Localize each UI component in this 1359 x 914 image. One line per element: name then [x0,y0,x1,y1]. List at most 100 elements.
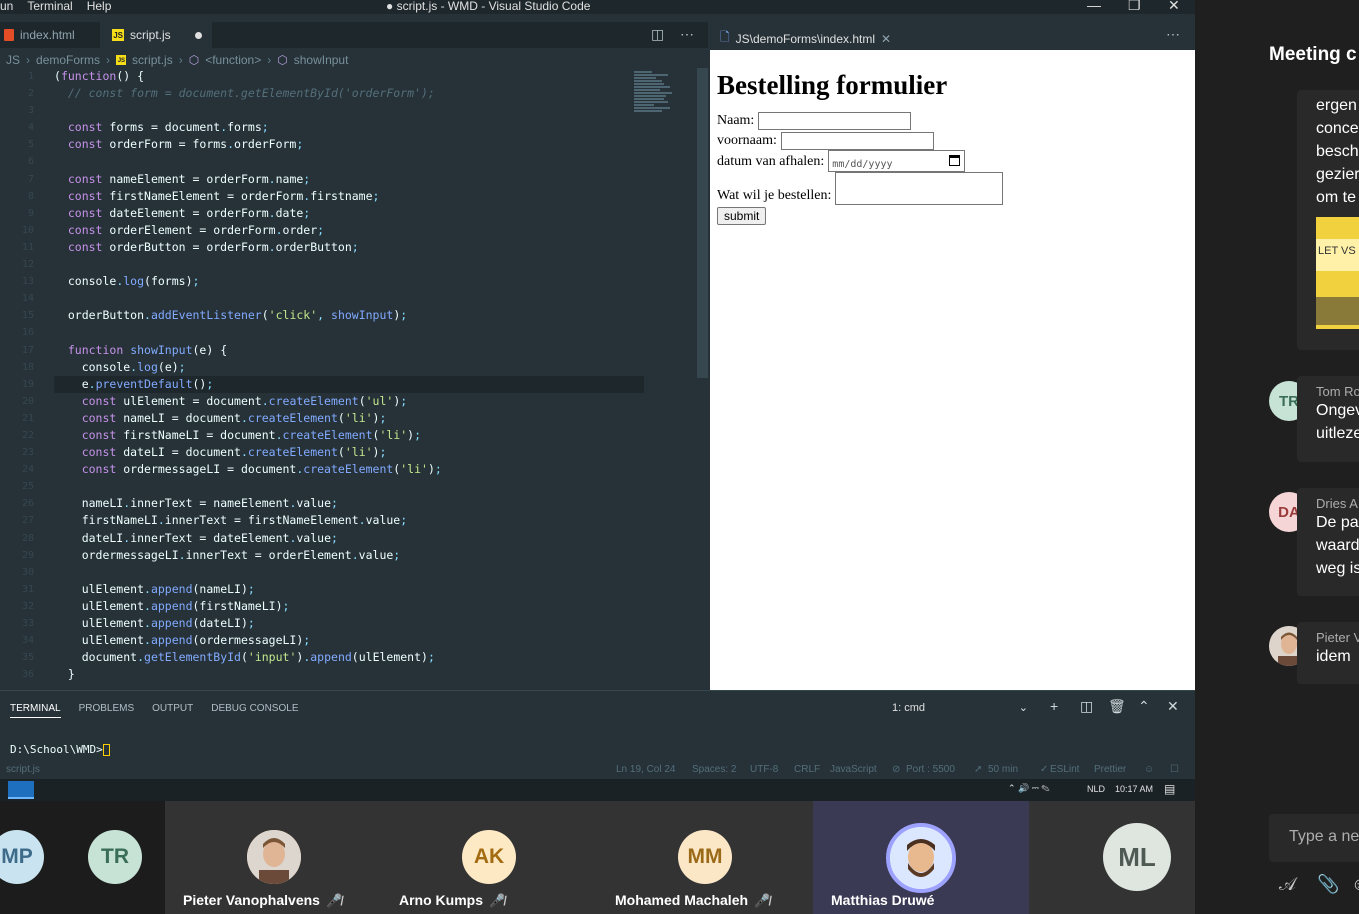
firstname-input[interactable] [780,131,934,150]
code-line[interactable]: function showInput(e) { [54,342,644,359]
breadcrumb-item[interactable]: showInput [294,53,349,67]
code-line[interactable]: console.log(forms); [54,273,644,290]
participant-tile[interactable]: MP TR [0,801,165,914]
vscode-taskbar-icon[interactable] [8,781,34,799]
minimize-icon[interactable]: — [1087,0,1101,13]
code-line[interactable]: dateLI.innerText = dateElement.value; [54,530,644,547]
tab-terminal[interactable]: TERMINAL [10,703,61,718]
code-line[interactable]: ulElement.append(dateLI); [54,615,644,632]
format-icon[interactable]: 𝒜 [1279,874,1296,895]
code-line[interactable]: const dateLI = document.createElement('l… [54,444,644,461]
tray-language[interactable]: NLD [1087,784,1105,794]
trash-icon[interactable]: 🗑 [1108,698,1126,715]
shared-image-thumbnail[interactable]: LET VS [1316,217,1359,329]
minimap[interactable] [634,70,676,124]
menu-terminal[interactable]: Terminal [27,0,72,13]
tab-index-html[interactable]: index.html [4,22,100,48]
status-prettier[interactable]: Prettier [1094,764,1126,775]
status-language[interactable]: JavaScript [830,764,877,775]
code-line[interactable]: (function() { [54,68,644,85]
menu-run[interactable]: un [0,0,13,13]
status-spaces[interactable]: Spaces: 2 [692,764,736,775]
status-file[interactable]: script.js [6,764,40,775]
code-line[interactable]: ulElement.append(nameLI); [54,581,644,598]
maximize-panel-icon[interactable]: ⌃ [1138,698,1150,715]
code-line[interactable]: const nameElement = orderForm.name; [54,171,644,188]
bell-icon[interactable]: ☐ [1170,764,1179,775]
participant-tile[interactable]: MM Mohamed Machaleh 🎤̸ [597,801,813,914]
participant-tile-speaking[interactable]: Matthias Druwé [813,801,1029,914]
status-eol[interactable]: CRLF [794,764,820,775]
code-line[interactable] [54,256,644,273]
code-line[interactable]: const firstNameLI = document.createEleme… [54,427,644,444]
chat-message[interactable]: ergen conce besch gezier om te LET VS [1297,90,1359,350]
chat-message[interactable]: Tom Ro Ongev uitleze [1297,376,1359,462]
code-editor[interactable]: 1 2 3 4 5 6 7 8 9 10 11 12 13 14 15 16 17 18 19 20 21 22 23 24 2… [0,68,698,690]
chat-message[interactable]: Pieter V idem [1297,622,1359,684]
close-tab-icon[interactable]: ✕ [881,32,891,46]
code-line[interactable]: ordermessageLI.innerText = orderElement.… [54,547,644,564]
editor-scrollbar[interactable] [697,68,708,378]
code-line[interactable]: ulElement.append(firstNameLI); [54,598,644,615]
code-line[interactable]: const orderButton = orderForm.orderButto… [54,239,644,256]
status-eslint[interactable]: ESLint [1050,764,1079,775]
tab-output[interactable]: OUTPUT [152,703,193,718]
code-lines[interactable]: (function() { // const form = document.g… [54,68,644,683]
participant-tile[interactable]: AK Arno Kumps 🎤̸ [381,801,597,914]
code-line[interactable] [54,102,644,119]
tray-clock[interactable]: 10:17 AM [1115,784,1153,794]
unsaved-dot-icon[interactable] [194,31,202,39]
breadcrumb-item[interactable]: <function> [205,53,261,67]
breadcrumb-item[interactable]: JS [6,53,20,67]
tab-script-js[interactable]: JS script.js [100,22,212,48]
code-line[interactable]: console.log(e); [54,359,644,376]
code-line[interactable] [54,324,644,341]
status-port[interactable]: Port : 5500 [906,764,955,775]
tab-debug-console[interactable]: DEBUG CONSOLE [211,703,298,718]
code-line[interactable]: } [54,666,644,683]
calendar-icon[interactable] [949,155,961,166]
close-icon[interactable]: ✕ [1168,0,1180,14]
code-line[interactable] [54,478,644,495]
code-line[interactable] [54,564,644,581]
code-line[interactable]: const forms = document.forms; [54,119,644,136]
code-line[interactable] [54,290,644,307]
split-terminal-icon[interactable]: ◫ [1080,698,1093,715]
chat-compose-input[interactable]: Type a ne [1269,814,1359,862]
code-line[interactable]: orderButton.addEventListener('click', sh… [54,307,644,324]
tab-problems[interactable]: PROBLEMS [79,703,135,718]
split-editor-icon[interactable]: ◫ [651,26,664,43]
code-line[interactable]: document.getElementById('input').append(… [54,649,644,666]
code-line[interactable]: nameLI.innerText = nameElement.value; [54,495,644,512]
code-line[interactable]: const ordermessageLI = document.createEl… [54,461,644,478]
code-line[interactable]: const dateElement = orderForm.date; [54,205,644,222]
code-line[interactable]: const orderElement = orderForm.order; [54,222,644,239]
chat-message[interactable]: Dries A De pa waard weg is [1297,488,1359,596]
code-line[interactable]: ulElement.append(ordermessageLI); [54,632,644,649]
code-line[interactable]: firstNameLI.innerText = firstNameElement… [54,512,644,529]
date-input[interactable]: mm/dd/yyyy [828,150,966,172]
emoji-icon[interactable]: ☺ [1351,874,1359,895]
code-line[interactable]: e.preventDefault(); [54,375,644,393]
feedback-icon[interactable]: ☺ [1144,764,1154,775]
tray-icons[interactable]: ⌃ 🔊 ⎓ ✎ [1008,783,1050,794]
name-input[interactable] [758,111,912,130]
tab-preview[interactable]: 🗋 JS\demoForms\index.html ✕ [720,28,891,49]
more-actions-icon[interactable]: ⋯ [680,26,694,43]
code-line[interactable]: const nameLI = document.createElement('l… [54,410,644,427]
more-actions-icon[interactable]: ⋯ [1166,26,1180,43]
terminal-select[interactable]: 1: cmd ⌄ [886,700,1034,718]
notification-icon[interactable]: ▤ [1164,782,1175,796]
status-position[interactable]: Ln 19, Col 24 [616,764,676,775]
restore-icon[interactable]: ❐ [1128,0,1141,14]
code-line[interactable]: // const form = document.getElementById(… [54,85,644,102]
new-terminal-icon[interactable]: + [1050,698,1058,714]
code-line[interactable]: const firstNameElement = orderForm.first… [54,188,644,205]
code-line[interactable] [54,153,644,170]
menu-help[interactable]: Help [87,0,112,13]
breadcrumb-item[interactable]: script.js [132,53,173,67]
submit-button[interactable]: submit [717,207,767,225]
participant-tile[interactable]: Pieter Vanophalvens 🎤̸ [165,801,381,914]
attach-icon[interactable]: 📎 [1317,874,1339,895]
close-panel-icon[interactable]: ✕ [1167,698,1179,715]
